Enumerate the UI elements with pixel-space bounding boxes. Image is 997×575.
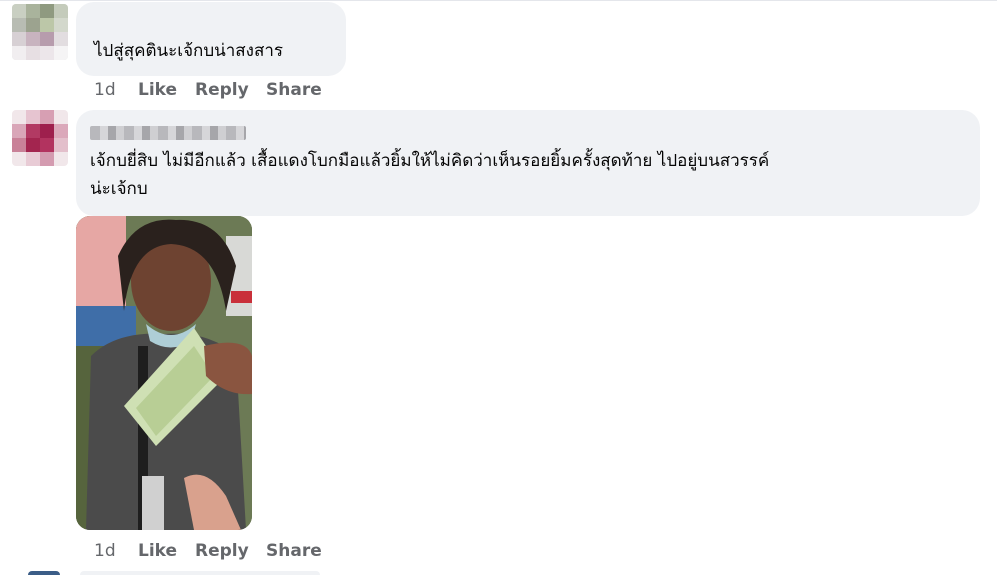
- share-button[interactable]: Share: [266, 80, 322, 100]
- comment-text-line-1: เจ้กบยี่สิบ ไม่มีอีกแล้ว เสื้อแดงโบกมือแ…: [90, 151, 770, 171]
- comment-attached-photo[interactable]: [76, 216, 252, 530]
- comment-text: ไปสู่สุคตินะเจ้กบน่าสงสาร: [94, 41, 284, 61]
- avatar-blurred-image: [12, 110, 68, 166]
- comment-bubble: [80, 571, 320, 575]
- reply-button[interactable]: Reply: [195, 541, 249, 561]
- top-divider: [0, 0, 997, 1]
- like-button[interactable]: Like: [138, 541, 177, 561]
- comment-bubble: ไปสู่สุคตินะเจ้กบน่าสงสาร: [76, 2, 346, 76]
- comment-timestamp[interactable]: 1d: [94, 541, 116, 561]
- avatar-blurred-image: [12, 4, 68, 60]
- reply-button[interactable]: Reply: [195, 80, 249, 100]
- avatar[interactable]: [28, 571, 60, 575]
- like-button[interactable]: Like: [138, 80, 177, 100]
- comment-text-line-2: น่ะเจ้กบ: [90, 179, 148, 199]
- avatar[interactable]: [12, 110, 68, 166]
- comment-bubble: เจ้กบยี่สิบ ไม่มีอีกแล้ว เสื้อแดงโบกมือแ…: [76, 110, 980, 216]
- comment-actions: 1d Like Reply Share: [0, 80, 400, 102]
- photo-image: [76, 216, 252, 530]
- avatar[interactable]: [12, 4, 68, 60]
- share-button[interactable]: Share: [266, 541, 322, 561]
- comment-timestamp[interactable]: 1d: [94, 80, 116, 100]
- comment-actions: 1d Like Reply Share: [0, 541, 400, 563]
- commenter-name-redacted[interactable]: [90, 126, 246, 140]
